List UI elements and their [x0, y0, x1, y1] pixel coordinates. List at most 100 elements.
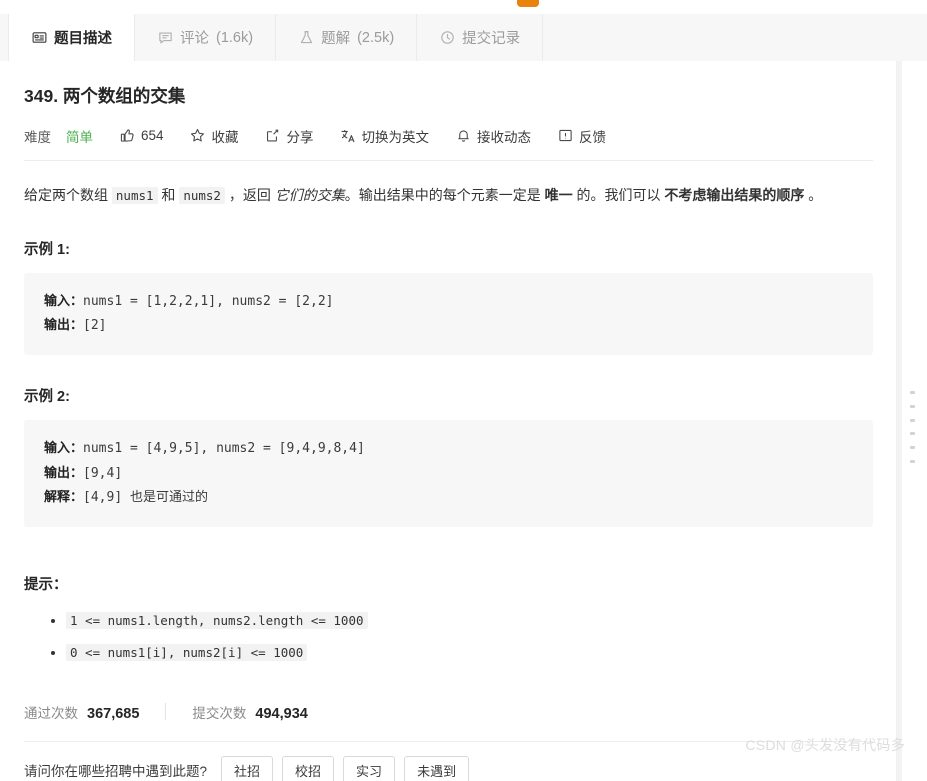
- handle-dot: [909, 418, 915, 422]
- stats-row: 通过次数 367,685 提交次数 494,934: [24, 702, 873, 722]
- desc-part3: ，返回: [224, 186, 275, 203]
- tab-comments-label: 评论: [180, 31, 209, 47]
- stats-separator: [165, 703, 167, 721]
- tab-comments-count: (1.6k): [216, 29, 254, 46]
- difficulty-group: 难度 简单: [24, 126, 93, 146]
- subscribe-button[interactable]: 接收动态: [455, 126, 531, 146]
- like-button[interactable]: 654: [119, 128, 164, 144]
- poll-option-social[interactable]: 社招: [221, 755, 274, 781]
- like-count: 654: [141, 128, 164, 143]
- poll-question: 请问你在哪些招聘中遇到此题?: [24, 764, 208, 780]
- poll-option-intern[interactable]: 实习: [343, 755, 396, 781]
- translate-icon: [340, 128, 356, 144]
- tab-solutions[interactable]: 题解 (2.5k): [276, 14, 418, 61]
- stats-divider: [24, 740, 873, 742]
- example-2-explain-label: 解释：: [44, 489, 84, 505]
- submissions-stat: 提交次数 494,934: [192, 702, 307, 722]
- favorite-label: 收藏: [211, 129, 239, 145]
- desc-bold-unique: 唯一: [544, 186, 573, 203]
- problem-tabbar: 题目描述 评论 (1.6k) 题解 (2.5k) 提交记录: [0, 14, 927, 62]
- list-item: 1 <= nums1.length, nums2.length <= 1000: [66, 608, 873, 634]
- example-2-output-value: [9,4]: [83, 465, 123, 481]
- flask-icon: [298, 30, 314, 46]
- tab-description-label: 题目描述: [54, 31, 112, 47]
- desc-part6: 。: [804, 186, 823, 203]
- feedback-icon: [557, 128, 573, 144]
- difficulty-label: 难度: [24, 129, 51, 145]
- tab-submissions[interactable]: 提交记录: [417, 14, 544, 61]
- example-2-output-label: 输出：: [44, 465, 84, 481]
- comment-icon: [157, 30, 173, 46]
- list-item: 0 <= nums1[i], nums2[i] <= 1000: [66, 640, 873, 666]
- desc-part5: 的。我们可以: [572, 186, 665, 203]
- accepted-value: 367,685: [87, 705, 140, 722]
- handle-dot: [909, 446, 915, 450]
- share-button[interactable]: 分享: [265, 126, 314, 146]
- favorite-button[interactable]: 收藏: [190, 126, 239, 146]
- example-2-input-value: nums1 = [4,9,5], nums2 = [9,4,9,8,4]: [83, 441, 365, 457]
- feedback-button[interactable]: 反馈: [557, 126, 606, 146]
- example-1-input-value: nums1 = [1,2,2,1], nums2 = [2,2]: [83, 294, 334, 310]
- tab-comments[interactable]: 评论 (1.6k): [135, 14, 277, 61]
- bell-icon: [455, 128, 471, 144]
- handle-dot: [909, 459, 915, 463]
- browser-top-strip: [0, 0, 927, 14]
- difficulty-value: 简单: [66, 129, 93, 145]
- tabbar-lead-spacer: [0, 14, 9, 61]
- tab-submissions-label: 提交记录: [462, 31, 521, 47]
- problem-description: 给定两个数组 nums1 和 nums2 ，返回 它们的交集。输出结果中的每个元…: [24, 183, 873, 209]
- desc-code-nums2: nums2: [179, 186, 225, 204]
- description-icon: [31, 30, 47, 46]
- subscribe-label: 接收动态: [477, 129, 532, 145]
- hint-1-code: 1 <= nums1.length, nums2.length <= 1000: [66, 611, 368, 629]
- problem-content-pane[interactable]: 349. 两个数组的交集 难度 简单 654 收藏 分享 切换为英文 接收动态 …: [0, 61, 897, 781]
- poll-option-campus[interactable]: 校招: [282, 755, 335, 781]
- hint-2-code: 0 <= nums1[i], nums2[i] <= 1000: [66, 644, 308, 662]
- desc-code-nums1: nums1: [111, 186, 158, 204]
- accepted-label: 通过次数: [24, 705, 78, 721]
- example-2-heading: 示例 2:: [24, 389, 70, 406]
- thumbs-up-icon: [119, 128, 135, 144]
- feedback-label: 反馈: [579, 129, 607, 145]
- desc-italic-intersection: 它们的交集: [274, 186, 345, 203]
- tab-description[interactable]: 题目描述: [9, 14, 135, 62]
- hints-list: 1 <= nums1.length, nums2.length <= 1000 …: [24, 608, 873, 666]
- handle-dot: [909, 432, 915, 436]
- example-2-input-label: 输入：: [44, 441, 84, 457]
- poll-option-none[interactable]: 未遇到: [404, 755, 470, 781]
- example-1-input-label: 输入：: [44, 294, 84, 310]
- page-title: 349. 两个数组的交集: [24, 86, 186, 106]
- translate-label: 切换为英文: [361, 129, 430, 145]
- tabbar-tail-spacer: [543, 14, 927, 61]
- submissions-value: 494,934: [255, 705, 308, 722]
- share-label: 分享: [286, 129, 314, 145]
- desc-part2: 和: [157, 186, 180, 203]
- problem-meta-row: 难度 简单 654 收藏 分享 切换为英文 接收动态 反馈: [24, 126, 873, 146]
- example-2-explain-value: [4,9] 也是可通过的: [83, 489, 208, 505]
- right-gutter: [896, 61, 927, 781]
- example-1-output-value: [2]: [83, 318, 107, 334]
- star-icon: [190, 128, 206, 144]
- orange-indicator-icon: [517, 0, 539, 7]
- accepted-stat: 通过次数 367,685: [24, 702, 139, 722]
- handle-dot: [909, 404, 915, 408]
- translate-button[interactable]: 切换为英文: [340, 126, 430, 146]
- example-1-output-label: 输出：: [44, 318, 84, 334]
- hints-heading: 提示：: [24, 576, 68, 593]
- panel-resize-handle[interactable]: [908, 391, 916, 463]
- desc-bold-order: 不考虑输出结果的顺序: [664, 186, 805, 203]
- example-2-code: 输入：nums1 = [4,9,5], nums2 = [9,4,9,8,4] …: [24, 420, 873, 527]
- handle-dot: [909, 391, 915, 394]
- tab-solutions-count: (2.5k): [357, 29, 395, 46]
- tab-solutions-label: 题解: [321, 31, 351, 47]
- example-1-code: 输入：nums1 = [1,2,2,1], nums2 = [2,2] 输出：[…: [24, 273, 873, 356]
- desc-part1: 给定两个数组: [24, 186, 112, 203]
- clock-icon: [439, 30, 455, 46]
- share-icon: [265, 128, 281, 144]
- meta-divider: [24, 159, 873, 161]
- desc-part4: 。输出结果中的每个元素一定是: [344, 186, 545, 203]
- gutter-strip: [897, 61, 902, 781]
- example-1-heading: 示例 1:: [24, 242, 70, 259]
- recruitment-poll-row: 请问你在哪些招聘中遇到此题? 社招 校招 实习 未遇到: [24, 755, 873, 781]
- submissions-label: 提交次数: [192, 705, 247, 721]
